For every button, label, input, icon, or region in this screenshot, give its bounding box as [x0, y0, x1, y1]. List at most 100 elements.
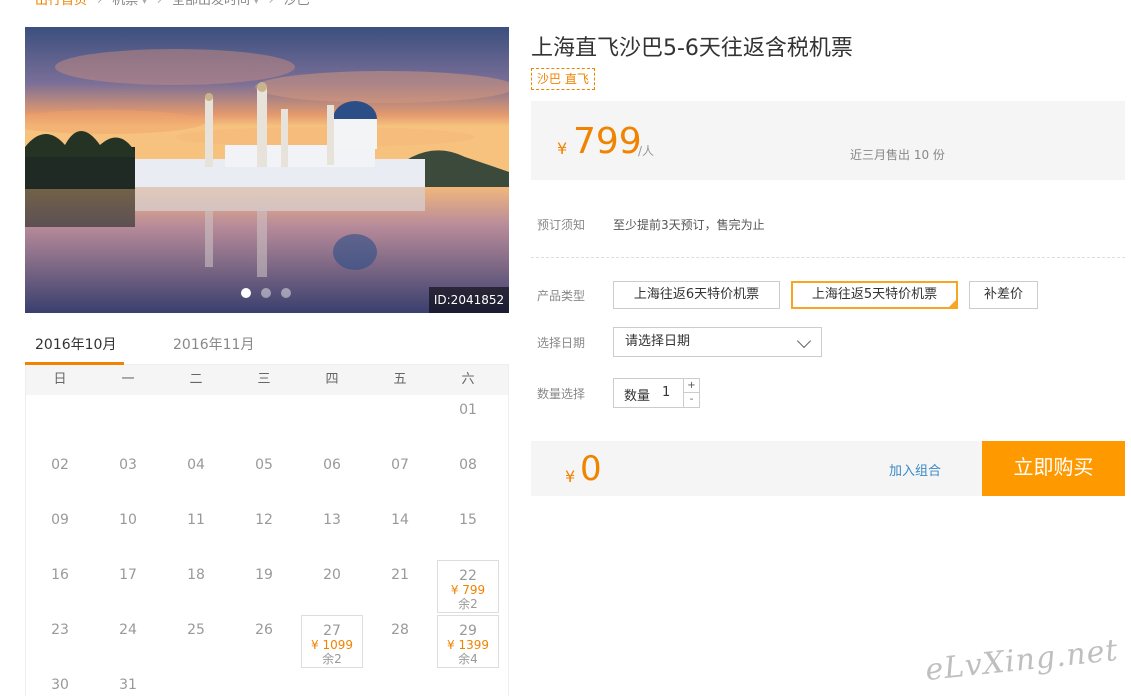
calendar-day: 04 — [162, 450, 230, 505]
carousel-dot[interactable] — [281, 288, 291, 298]
day-number: 06 — [323, 457, 341, 473]
type-option-6day[interactable]: 上海往返6天特价机票 — [613, 281, 780, 309]
type-option-5day-selected[interactable]: 上海往返5天特价机票 — [791, 281, 958, 309]
day-number: 19 — [255, 567, 273, 583]
calendar-day-inner: 14 — [369, 505, 431, 558]
day-number: 01 — [459, 402, 477, 418]
day-price: ¥ 1099 — [311, 638, 353, 652]
quantity-stepper: 数量 1 + - — [613, 378, 700, 408]
day-number: 17 — [119, 567, 137, 583]
calendar-empty-cell — [230, 670, 298, 696]
calendar-day-inner: 07 — [369, 450, 431, 503]
calendar-day-inner: 04 — [165, 450, 227, 503]
calendar-day-inner: 12 — [233, 505, 295, 558]
breadcrumb-separator-icon: › — [97, 0, 103, 8]
calendar-day[interactable]: 29 ¥ 1399 余4 — [434, 615, 502, 670]
tab-2016-11[interactable]: 2016年11月 — [173, 334, 254, 354]
calendar-empty-cell — [230, 395, 298, 450]
chevron-down-icon[interactable]: ▾ — [254, 0, 259, 7]
breadcrumb-separator-icon: › — [268, 0, 274, 8]
type-option-price-diff[interactable]: 补差价 — [969, 281, 1038, 309]
weekday-label: 一 — [121, 372, 135, 387]
weekday-label: 四 — [325, 372, 339, 387]
quantity-plus-button[interactable]: + — [683, 379, 699, 393]
product-page: 出行首页 › 机票 ▾ › 全部出发时间 ▾ › 沙巴 ID:2041852 2… — [0, 0, 1131, 696]
product-tag: 沙巴 直飞 — [531, 68, 595, 90]
tab-2016-10[interactable]: 2016年10月 — [35, 334, 116, 354]
calendar-day: 25 — [162, 615, 230, 670]
day-number: 24 — [119, 622, 137, 638]
calendar-day-inner: 09 — [29, 505, 91, 558]
day-number: 28 — [391, 622, 409, 638]
add-to-combo-link[interactable]: 加入组合 — [889, 460, 941, 479]
calendar-day-inner — [165, 395, 227, 448]
calendar-day: 12 — [230, 505, 298, 560]
notice-label: 预订须知 — [537, 218, 586, 232]
day-number: 14 — [391, 512, 409, 528]
calendar-day-inner — [165, 670, 227, 696]
sold-count: 近三月售出 10 份 — [850, 148, 945, 162]
total-currency-symbol: ¥ — [565, 467, 576, 486]
day-number: 08 — [459, 457, 477, 473]
breadcrumb-flights[interactable]: 机票 — [112, 0, 138, 8]
calendar-day: 02 — [26, 450, 94, 505]
day-remaining: 余2 — [322, 652, 342, 666]
carousel-dot[interactable] — [241, 288, 251, 298]
chevron-down-icon[interactable]: ▾ — [142, 0, 147, 7]
calendar-day-inner: 08 — [437, 450, 499, 503]
buy-now-button[interactable]: 立即购买 — [982, 441, 1125, 496]
calendar-day-inner — [97, 395, 159, 448]
quantity-minus-button[interactable]: - — [683, 393, 699, 407]
calendar-day-inner: 13 — [301, 505, 363, 558]
calendar-day-inner: 05 — [233, 450, 295, 503]
calendar-day: 31 — [94, 670, 162, 696]
calendar-day: 09 — [26, 505, 94, 560]
weekday-label: 二 — [189, 372, 203, 387]
calendar-day: 26 — [230, 615, 298, 670]
calendar-day-inner: 01 — [437, 395, 499, 448]
day-number: 26 — [255, 622, 273, 638]
day-number: 23 — [51, 622, 69, 638]
day-number: 07 — [391, 457, 409, 473]
calendar-day: 03 — [94, 450, 162, 505]
notice-text: 至少提前3天预订，售完为止 — [613, 218, 765, 232]
calendar-day[interactable]: 22 ¥ 799 余2 — [434, 560, 502, 615]
day-number: 27 — [323, 623, 341, 639]
calendar-day-inner — [301, 395, 363, 448]
calendar-day: 06 — [298, 450, 366, 505]
calendar-day: 15 — [434, 505, 502, 560]
day-price: ¥ 1399 — [447, 638, 489, 652]
breadcrumb-departure-time[interactable]: 全部出发时间 — [172, 0, 250, 8]
date-select[interactable]: 请选择日期 — [613, 327, 822, 357]
day-number: 09 — [51, 512, 69, 528]
calendar-day[interactable]: 27 ¥ 1099 余2 — [298, 615, 366, 670]
calendar-day-inner — [369, 670, 431, 696]
quantity-input[interactable]: 1 — [662, 385, 670, 400]
breadcrumb-home[interactable]: 出行首页 — [35, 0, 87, 8]
day-number: 15 — [459, 512, 477, 528]
day-number: 18 — [187, 567, 205, 583]
day-number: 31 — [119, 677, 137, 693]
calendar-day: 14 — [366, 505, 434, 560]
type-label: 产品类型 — [537, 289, 586, 303]
product-image-carousel[interactable]: ID:2041852 — [25, 27, 509, 313]
calendar-month-tabs: 2016年10月 2016年11月 — [25, 325, 509, 365]
calendar-day: 18 — [162, 560, 230, 615]
calendar-day-inner — [233, 395, 295, 448]
day-number: 21 — [391, 567, 409, 583]
calendar-day-inner: 06 — [301, 450, 363, 503]
carousel-dot[interactable] — [261, 288, 271, 298]
day-number: 12 — [255, 512, 273, 528]
weekday-label: 三 — [257, 372, 271, 387]
price-unit: /人 — [638, 144, 655, 158]
calendar-day: 30 — [26, 670, 94, 696]
calendar-day: 23 — [26, 615, 94, 670]
calendar-days: 01 02 03 04 05 06 07 08 09 10 11 12 13 14 15 16 17 18 19 20… — [26, 395, 508, 696]
day-price: ¥ 799 — [450, 583, 486, 597]
weekday-label: 五 — [393, 372, 407, 387]
day-number: 13 — [323, 512, 341, 528]
calendar-day-inner: 27 ¥ 1099 余2 — [301, 615, 363, 668]
calendar-day-inner: 21 — [369, 560, 431, 613]
day-number: 29 — [459, 623, 477, 639]
calendar-day: 16 — [26, 560, 94, 615]
